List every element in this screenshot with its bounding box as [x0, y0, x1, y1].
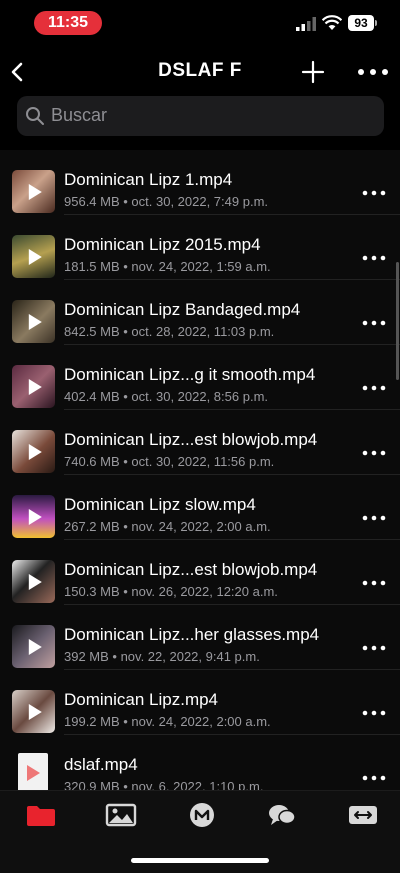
file-name: Dominican Lipz 2015.mp4: [64, 235, 261, 254]
file-name: Dominican Lipz Bandaged.mp4: [64, 300, 301, 319]
play-icon: [28, 638, 42, 655]
file-meta: 267.2 MB • nov. 24, 2022, 2:00 a.m.: [64, 519, 271, 534]
play-icon: [28, 378, 42, 395]
navigation-bar: DSLAF F: [0, 50, 400, 94]
file-list: Dominican Lipz 1.mp4 956.4 MB • oct. 30,…: [0, 150, 400, 790]
play-icon: [28, 443, 42, 460]
more-horizontal-icon[interactable]: [362, 383, 386, 393]
file-row[interactable]: Dominican Lipz...est blowjob.mp4 150.3 M…: [0, 540, 400, 605]
plus-icon[interactable]: [300, 58, 326, 86]
video-file-icon: [18, 753, 48, 790]
chat-bubbles-icon[interactable]: [265, 801, 299, 829]
file-name: Dominican Lipz.mp4: [64, 690, 219, 709]
play-icon: [28, 313, 42, 330]
video-thumbnail: [12, 625, 55, 668]
search-placeholder: Buscar: [51, 105, 108, 125]
video-thumbnail: [12, 365, 55, 408]
play-icon: [28, 573, 42, 590]
file-name: Dominican Lipz slow.mp4: [64, 495, 256, 514]
m-circle-icon[interactable]: [185, 801, 219, 829]
file-row[interactable]: Dominican Lipz...her glasses.mp4 392 MB …: [0, 605, 400, 670]
battery-tip: [375, 20, 377, 26]
more-horizontal-icon[interactable]: [362, 643, 386, 653]
more-horizontal-icon[interactable]: [362, 708, 386, 718]
scroll-indicator[interactable]: [396, 262, 399, 380]
file-meta: 402.4 MB • oct. 30, 2022, 8:56 p.m.: [64, 389, 269, 404]
video-thumbnail: [12, 300, 55, 343]
more-horizontal-icon[interactable]: [362, 578, 386, 588]
more-horizontal-icon[interactable]: [362, 513, 386, 523]
file-meta: 740.6 MB • oct. 30, 2022, 11:56 p.m.: [64, 454, 275, 469]
search-icon: [26, 107, 44, 125]
cellular-signal-icon: [296, 17, 316, 31]
file-meta: 392 MB • nov. 22, 2022, 9:41 p.m.: [64, 649, 260, 664]
play-icon: [28, 703, 42, 720]
file-meta: 150.3 MB • nov. 26, 2022, 12:20 a.m.: [64, 584, 278, 599]
file-name: dslaf.mp4: [64, 755, 138, 774]
video-thumbnail: [12, 495, 55, 538]
file-meta: 199.2 MB • nov. 24, 2022, 2:00 a.m.: [64, 714, 271, 729]
file-meta: 320.9 MB • nov. 6, 2022, 1:10 p.m.: [64, 779, 264, 790]
file-name: Dominican Lipz...her glasses.mp4: [64, 625, 320, 644]
play-icon: [27, 765, 40, 781]
file-name: Dominican Lipz...g it smooth.mp4: [64, 365, 316, 384]
status-bar: 11:35 93: [0, 0, 400, 50]
more-horizontal-icon[interactable]: [362, 773, 386, 783]
file-row[interactable]: Dominican Lipz.mp4 199.2 MB • nov. 24, 2…: [0, 670, 400, 735]
file-row[interactable]: Dominican Lipz Bandaged.mp4 842.5 MB • o…: [0, 280, 400, 345]
video-thumbnail: [12, 560, 55, 603]
wifi-icon: [322, 15, 342, 30]
video-thumbnail: [12, 430, 55, 473]
file-name: Dominican Lipz...est blowjob.mp4: [64, 430, 318, 449]
file-row[interactable]: Dominican Lipz...est blowjob.mp4 740.6 M…: [0, 410, 400, 475]
more-horizontal-icon[interactable]: [362, 253, 386, 263]
more-horizontal-icon[interactable]: [362, 318, 386, 328]
video-thumbnail: [12, 690, 55, 733]
file-meta: 956.4 MB • oct. 30, 2022, 7:49 p.m.: [64, 194, 269, 209]
page-title: DSLAF F: [158, 60, 242, 81]
search-input[interactable]: Buscar: [17, 96, 384, 136]
file-meta: 842.5 MB • oct. 28, 2022, 11:03 p.m.: [64, 324, 275, 339]
file-row[interactable]: Dominican Lipz 1.mp4 956.4 MB • oct. 30,…: [0, 150, 400, 215]
file-row[interactable]: dslaf.mp4 320.9 MB • nov. 6, 2022, 1:10 …: [0, 735, 400, 790]
status-time: 11:35: [34, 11, 102, 35]
battery-indicator: 93: [348, 15, 374, 31]
file-row[interactable]: Dominican Lipz slow.mp4 267.2 MB • nov. …: [0, 475, 400, 540]
more-horizontal-icon[interactable]: [356, 58, 390, 86]
home-indicator[interactable]: [131, 858, 269, 863]
photo-icon[interactable]: [104, 801, 138, 829]
transfer-icon[interactable]: [346, 801, 380, 829]
play-icon: [28, 183, 42, 200]
file-meta: 181.5 MB • nov. 24, 2022, 1:59 a.m.: [64, 259, 271, 274]
file-name: Dominican Lipz 1.mp4: [64, 170, 233, 189]
play-icon: [28, 248, 42, 265]
file-name: Dominican Lipz...est blowjob.mp4: [64, 560, 318, 579]
video-thumbnail: [12, 170, 55, 213]
folder-icon[interactable]: [24, 801, 58, 829]
play-icon: [28, 508, 42, 525]
file-row[interactable]: Dominican Lipz 2015.mp4 181.5 MB • nov. …: [0, 215, 400, 280]
more-horizontal-icon[interactable]: [362, 448, 386, 458]
video-thumbnail: [12, 235, 55, 278]
more-horizontal-icon[interactable]: [362, 188, 386, 198]
file-row[interactable]: Dominican Lipz...g it smooth.mp4 402.4 M…: [0, 345, 400, 410]
